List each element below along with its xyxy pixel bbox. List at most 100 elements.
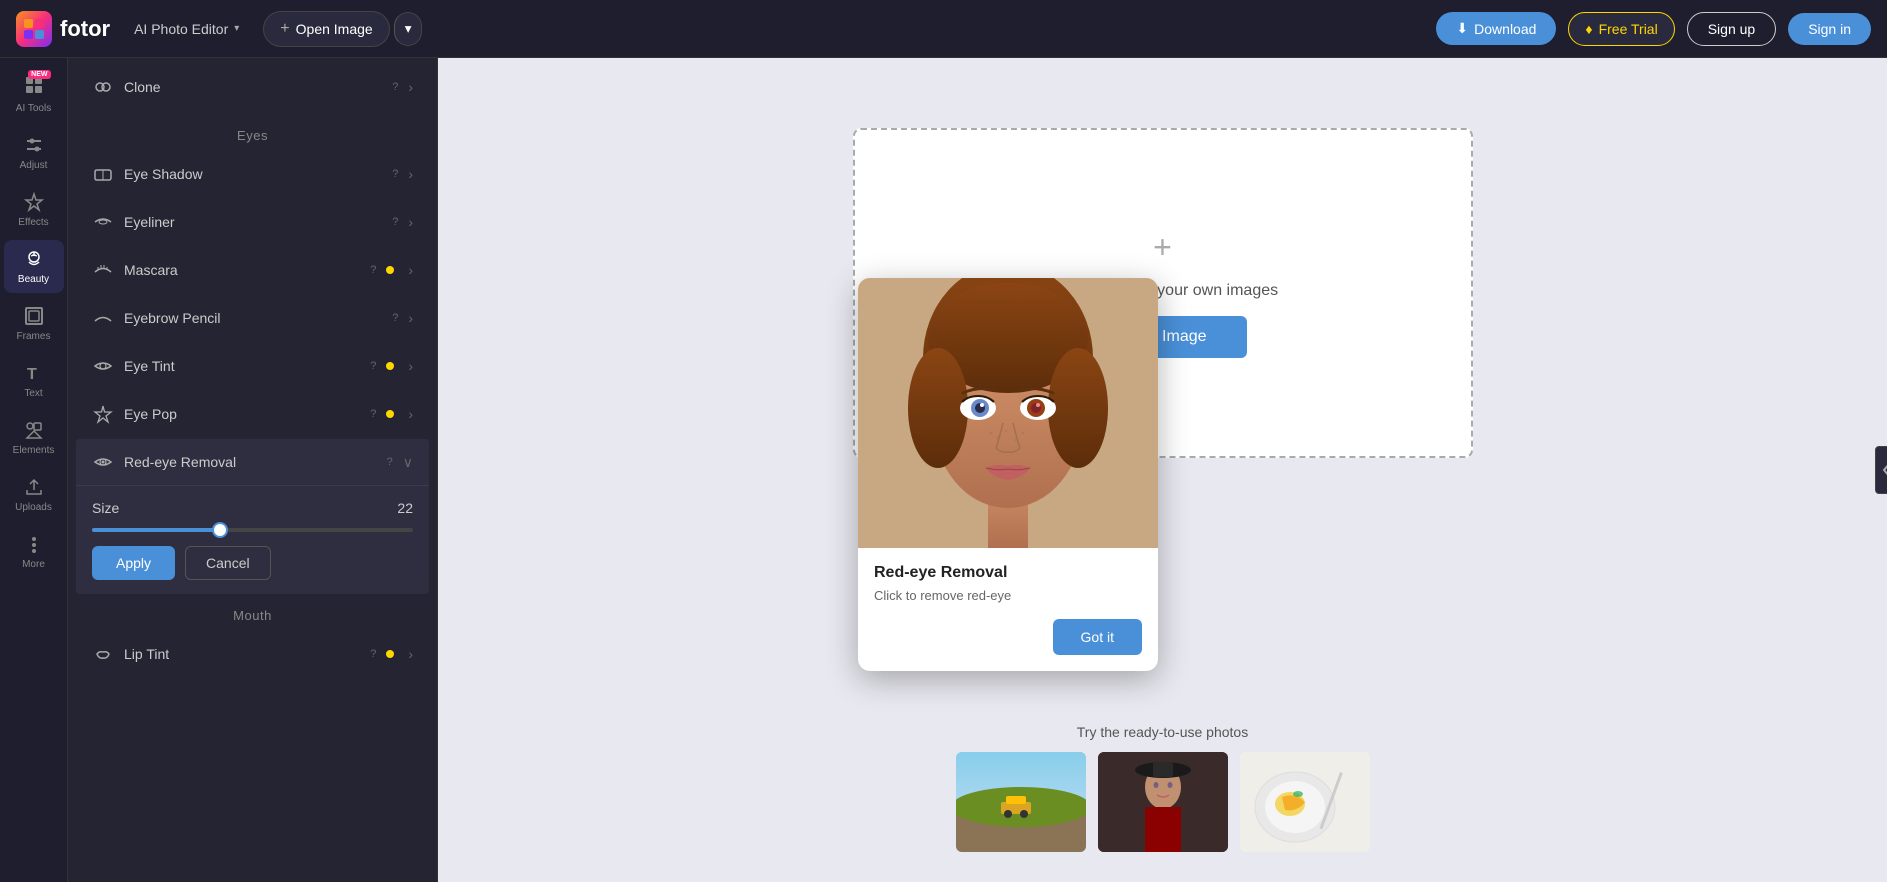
mascara-tool-item[interactable]: Mascara ? › (76, 247, 429, 293)
popup-content: Red-eye Removal Click to remove red-eye … (858, 548, 1158, 671)
sidebar-item-ai-tools[interactable]: NEW AI Tools (4, 66, 64, 122)
eyebrow-pencil-label: Eyebrow Pencil (124, 310, 378, 326)
eye-tint-icon (92, 355, 114, 377)
red-eye-removal-help-icon: ? (387, 456, 393, 468)
frames-icon (23, 305, 45, 327)
sign-in-button[interactable]: Sign in (1788, 13, 1871, 45)
popup-title: Red-eye Removal (874, 564, 1142, 582)
new-badge: NEW (28, 70, 50, 79)
eye-pop-tool-item[interactable]: Eye Pop ? › (76, 391, 429, 437)
sidebar-item-frames[interactable]: Frames (4, 297, 64, 350)
open-image-label: Open Image (296, 21, 373, 37)
eye-tint-tool-item[interactable]: Eye Tint ? › (76, 343, 429, 389)
lip-tint-dot (386, 650, 394, 658)
header: fotor AI Photo Editor ▾ + Open Image ▾ ⬇… (0, 0, 1887, 58)
red-eye-removal-controls: Size 22 Apply Cancel (76, 486, 429, 594)
sidebar-item-more[interactable]: More (4, 525, 64, 578)
slider-fill (92, 528, 220, 532)
sidebar-item-elements[interactable]: Elements (4, 411, 64, 464)
popup-description: Click to remove red-eye (874, 588, 1142, 603)
sample-photo-landscape[interactable] (956, 752, 1086, 852)
logo-icon (16, 11, 52, 47)
mascara-dot (386, 266, 394, 274)
main-content: NEW AI Tools Adjust (0, 58, 1887, 882)
more-icon (23, 533, 45, 555)
crown-icon: ♦ (1585, 21, 1592, 37)
eyebrow-pencil-arrow-icon: › (408, 310, 413, 326)
clone-arrow-icon: › (408, 79, 413, 95)
adjust-icon (23, 134, 45, 156)
open-image-button[interactable]: + Open Image (263, 11, 389, 47)
slider-thumb[interactable] (212, 522, 228, 538)
ai-photo-editor-label: AI Photo Editor (134, 21, 228, 37)
size-label: Size (92, 500, 119, 516)
eyeliner-tool-item[interactable]: Eyeliner ? › (76, 199, 429, 245)
sign-in-label: Sign in (1808, 21, 1851, 37)
download-button[interactable]: ⬇ Download (1436, 12, 1556, 45)
chevron-down-icon: ▾ (234, 23, 239, 34)
eyebrow-pencil-tool-item[interactable]: Eyebrow Pencil ? › (76, 295, 429, 341)
clone-icon (92, 76, 114, 98)
eye-tint-arrow-icon: › (408, 358, 413, 374)
red-eye-removal-icon (92, 451, 114, 473)
free-trial-button[interactable]: ♦ Free Trial (1568, 12, 1674, 46)
cancel-button[interactable]: Cancel (185, 546, 271, 580)
sidebar-item-label: Frames (17, 331, 51, 342)
sidebar-item-uploads[interactable]: Uploads (4, 468, 64, 521)
lip-tint-help-icon: ? (370, 648, 376, 660)
clone-tool-item[interactable]: Clone ? › (76, 62, 429, 112)
eye-shadow-help-icon: ? (392, 168, 398, 180)
lip-tint-icon (92, 643, 114, 665)
eyeliner-help-icon: ? (392, 216, 398, 228)
eye-tint-dot (386, 362, 394, 370)
effects-icon (23, 191, 45, 213)
sample-photo-portrait[interactable] (1098, 752, 1228, 852)
chevron-down-icon: ▾ (405, 21, 412, 36)
clone-label: Clone (124, 79, 378, 95)
size-value: 22 (397, 500, 413, 516)
red-eye-removal-label: Red-eye Removal (124, 454, 373, 470)
ai-tools-icon-wrapper: NEW (23, 74, 45, 99)
sidebar-item-label: AI Tools (16, 103, 51, 114)
eye-shadow-tool-item[interactable]: Eye Shadow ? › (76, 151, 429, 197)
beauty-icon (23, 248, 45, 270)
got-it-button[interactable]: Got it (1053, 619, 1142, 655)
mascara-help-icon: ? (370, 264, 376, 276)
red-eye-removal-tool-item[interactable]: Red-eye Removal ? ∨ (76, 439, 429, 486)
sidebar-item-label: Uploads (15, 502, 52, 513)
eye-tint-label: Eye Tint (124, 358, 356, 374)
eye-shadow-label: Eye Shadow (124, 166, 378, 182)
sidebar-item-label: Adjust (20, 160, 48, 171)
popup-face-image (858, 278, 1158, 548)
eyeliner-arrow-icon: › (408, 214, 413, 230)
sidebar-item-effects[interactable]: Effects (4, 183, 64, 236)
elements-icon (23, 419, 45, 441)
collapse-panel-button[interactable] (1875, 446, 1887, 494)
popup-actions: Got it (874, 619, 1142, 655)
eyeliner-label: Eyeliner (124, 214, 378, 230)
sidebar-item-text[interactable]: T Text (4, 354, 64, 407)
sidebar-item-label: Effects (18, 217, 48, 228)
sample-photo-food[interactable] (1240, 752, 1370, 852)
logo: fotor (16, 11, 110, 47)
lip-tint-tool-item[interactable]: Lip Tint ? › (76, 631, 429, 677)
sidebar-item-adjust[interactable]: Adjust (4, 126, 64, 179)
mascara-icon (92, 259, 114, 281)
plus-icon: + (280, 20, 289, 38)
eye-pop-help-icon: ? (370, 408, 376, 420)
open-image-dropdown-button[interactable]: ▾ (394, 12, 423, 46)
header-right: ⬇ Download ♦ Free Trial Sign up Sign in (1436, 12, 1871, 46)
download-label: Download (1474, 21, 1536, 37)
sidebar-item-beauty[interactable]: Beauty (4, 240, 64, 293)
sign-up-button[interactable]: Sign up (1687, 12, 1776, 46)
ai-photo-editor-button[interactable]: AI Photo Editor ▾ (122, 15, 251, 43)
uploads-icon (23, 476, 45, 498)
apply-button[interactable]: Apply (92, 546, 175, 580)
logo-text: fotor (60, 16, 110, 42)
eye-pop-dot (386, 410, 394, 418)
action-buttons: Apply Cancel (92, 546, 413, 580)
free-trial-label: Free Trial (1599, 21, 1658, 37)
ready-section: Try the ready-to-use photos (863, 724, 1463, 852)
size-slider[interactable] (92, 528, 413, 532)
lip-tint-label: Lip Tint (124, 646, 356, 662)
